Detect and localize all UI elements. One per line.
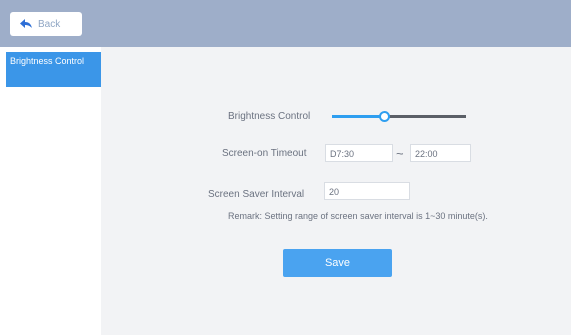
- brightness-slider-filled-track: [332, 115, 384, 118]
- screen-saver-interval-label: Screen Saver Interval: [208, 189, 305, 200]
- time-range-separator: ~: [396, 146, 404, 161]
- brightness-slider[interactable]: [332, 107, 468, 125]
- sidebar-item-brightness-control[interactable]: Brightness Control: [6, 52, 101, 87]
- screen-on-end-input[interactable]: 22:00: [410, 144, 471, 162]
- brightness-control-label: Brightness Control: [228, 111, 311, 122]
- sidebar: Brightness Control: [0, 47, 101, 335]
- brightness-slider-thumb[interactable]: [379, 111, 390, 122]
- back-button[interactable]: Back: [10, 12, 82, 36]
- top-bar: Back: [0, 0, 571, 47]
- screen-on-timeout-label: Screen-on Timeout: [222, 148, 307, 159]
- screen-on-start-input[interactable]: D7:30: [325, 144, 393, 162]
- screen-saver-remark: Remark: Setting range of screen saver in…: [228, 211, 488, 221]
- back-arrow-icon: [20, 19, 32, 28]
- screen-saver-interval-input[interactable]: 20: [324, 182, 410, 200]
- back-button-label: Back: [38, 18, 61, 30]
- save-button[interactable]: Save: [283, 249, 392, 277]
- brightness-slider-track: [384, 115, 466, 118]
